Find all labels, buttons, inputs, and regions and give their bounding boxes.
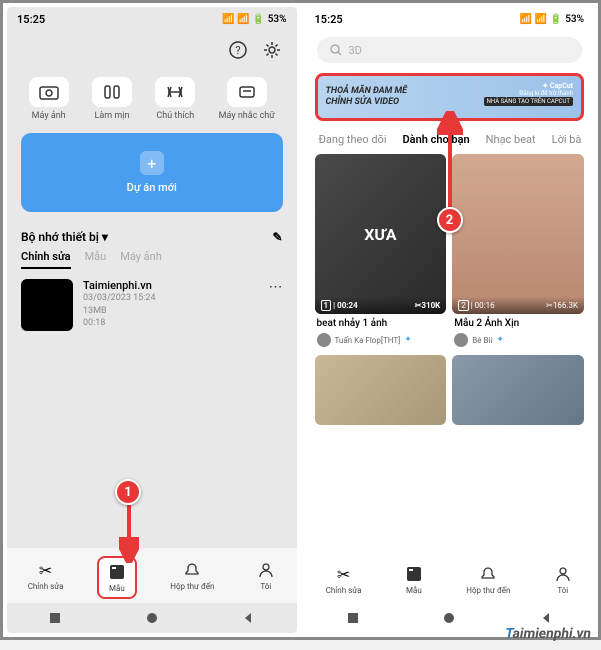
arrow-2	[437, 111, 463, 211]
video-thumbnail[interactable]	[315, 355, 447, 425]
video-thumbnail[interactable]	[452, 355, 584, 425]
action-label: Máy ảnh	[32, 111, 66, 121]
home-icon[interactable]	[145, 611, 159, 625]
right-screenshot: 15:25 📶 📶 🔋53% 3D THOẢ MÃN ĐAM MÊ CHỈNH …	[305, 7, 595, 633]
left-screenshot: 15:25 📶 📶 🔋53% ? Máy ảnh Làm mịn Chú thí…	[7, 7, 297, 633]
search-icon	[329, 43, 343, 57]
system-nav	[7, 603, 297, 633]
status-time: 15:25	[315, 13, 343, 26]
video-author: Tuấn Ka Flop[THT]✦	[315, 333, 447, 347]
video-thumbnail: XƯA 1 | 00:24✂310K	[315, 154, 447, 314]
section-header: Bộ nhớ thiết bị ▾ ✎	[7, 220, 297, 250]
svg-text:?: ?	[235, 44, 240, 57]
bell-icon	[182, 560, 202, 580]
avatar	[454, 333, 468, 347]
person-icon	[553, 564, 573, 584]
action-row: Máy ảnh Làm mịn Chú thích Máy nhắc chữ	[7, 69, 297, 125]
nav-inbox[interactable]: Hộp thư đến	[162, 556, 222, 599]
new-project-button[interactable]: + Dự án mới	[21, 133, 283, 212]
back-icon[interactable]	[241, 611, 255, 625]
status-bar: 15:25 📶 📶 🔋53%	[305, 7, 595, 31]
verified-icon: ✦	[404, 335, 412, 345]
video-title: beat nhảy 1 ảnh	[315, 314, 447, 333]
nav-profile[interactable]: Tôi	[545, 560, 581, 599]
feed-tab-following[interactable]: Đang theo dõi	[319, 133, 387, 146]
tab-camera[interactable]: Máy ảnh	[120, 250, 162, 269]
action-caption[interactable]: Chú thích	[155, 77, 195, 121]
scissors-icon: ✂	[36, 560, 56, 580]
plus-icon: +	[140, 151, 164, 175]
status-time: 15:25	[17, 13, 45, 26]
recent-apps-icon[interactable]	[346, 611, 360, 625]
nav-template[interactable]: Mẫu	[396, 560, 432, 599]
project-info: Taimienphi.vn 03/03/2023 15:24 13MB 00:1…	[83, 279, 259, 330]
video-card[interactable]: 2 | 00:16✂166.3K Mẫu 2 Ảnh Xịn Bé Bii✦	[452, 154, 584, 347]
callout-1: 1	[115, 479, 141, 505]
watermark: Taimienphi.vn	[505, 626, 591, 642]
project-title: Taimienphi.vn	[83, 279, 259, 292]
project-thumbnail	[21, 279, 73, 331]
bottom-nav: ✂Chỉnh sửa Mẫu Hộp thư đến Tôi	[305, 552, 595, 603]
help-icon[interactable]: ?	[227, 39, 249, 61]
more-icon[interactable]: ⋯	[269, 279, 283, 295]
project-duration: 00:18	[83, 317, 259, 330]
scissors-icon: ✂	[334, 564, 354, 584]
settings-icon[interactable]	[261, 39, 283, 61]
bell-icon	[478, 564, 498, 584]
feed-tab-beat[interactable]: Nhạc beat	[486, 133, 536, 146]
action-smooth[interactable]: Làm mịn	[92, 77, 132, 121]
video-thumbnail: 2 | 00:16✂166.3K	[452, 154, 584, 314]
new-project-label: Dự án mới	[127, 181, 177, 194]
video-title: Mẫu 2 Ảnh Xịn	[452, 314, 584, 333]
project-item[interactable]: Taimienphi.vn 03/03/2023 15:24 13MB 00:1…	[7, 269, 297, 341]
project-size: 13MB	[83, 305, 259, 318]
feed-tab-lyrics[interactable]: Lời bà	[552, 133, 582, 146]
bottom-nav: ✂Chỉnh sửa Mẫu Hộp thư đến Tôi	[7, 548, 297, 603]
action-camera[interactable]: Máy ảnh	[29, 77, 69, 121]
action-label: Máy nhắc chữ	[219, 111, 275, 121]
nav-profile[interactable]: Tôi	[248, 556, 284, 599]
status-bar: 15:25 📶 📶 🔋53%	[7, 7, 297, 31]
verified-icon: ✦	[496, 335, 504, 345]
home-icon[interactable]	[442, 611, 456, 625]
callout-2: 2	[437, 207, 463, 233]
person-icon	[256, 560, 276, 580]
edit-icon[interactable]: ✎	[272, 230, 282, 244]
template-icon	[107, 562, 127, 582]
back-icon[interactable]	[539, 611, 553, 625]
tab-edit[interactable]: Chỉnh sửa	[21, 250, 71, 269]
action-label: Chú thích	[156, 111, 194, 121]
thumb-row	[305, 351, 595, 429]
nav-edit[interactable]: ✂Chỉnh sửa	[20, 556, 72, 599]
status-icons: 📶 📶 🔋53%	[520, 14, 584, 25]
search-placeholder: 3D	[349, 44, 362, 57]
tab-template[interactable]: Mẫu	[85, 250, 107, 269]
avatar	[317, 333, 331, 347]
action-label: Làm mịn	[95, 111, 130, 121]
project-date: 03/03/2023 15:24	[83, 292, 259, 305]
section-title: Bộ nhớ thiết bị ▾	[21, 230, 108, 244]
video-card[interactable]: XƯA 1 | 00:24✂310K beat nhảy 1 ảnh Tuấn …	[315, 154, 447, 347]
video-author: Bé Bii✦	[452, 333, 584, 347]
action-teleprompter[interactable]: Máy nhắc chữ	[219, 77, 275, 121]
status-icons: 📶 📶 🔋53%	[222, 14, 286, 25]
search-bar[interactable]: 3D	[317, 37, 583, 63]
template-icon	[404, 564, 424, 584]
banner-text: THOẢ MÃN ĐAM MÊ CHỈNH SỬA VIDEO	[326, 86, 408, 108]
banner-sub: ✦ CapCut Đăng kí để trở thành NHÀ SÁNG T…	[484, 82, 573, 106]
nav-edit[interactable]: ✂Chỉnh sửa	[318, 560, 370, 599]
top-actions: ?	[7, 31, 297, 69]
project-tabs: Chỉnh sửa Mẫu Máy ảnh	[7, 250, 297, 269]
recent-apps-icon[interactable]	[48, 611, 62, 625]
nav-inbox[interactable]: Hộp thư đến	[458, 560, 518, 599]
arrow-1	[119, 503, 139, 563]
